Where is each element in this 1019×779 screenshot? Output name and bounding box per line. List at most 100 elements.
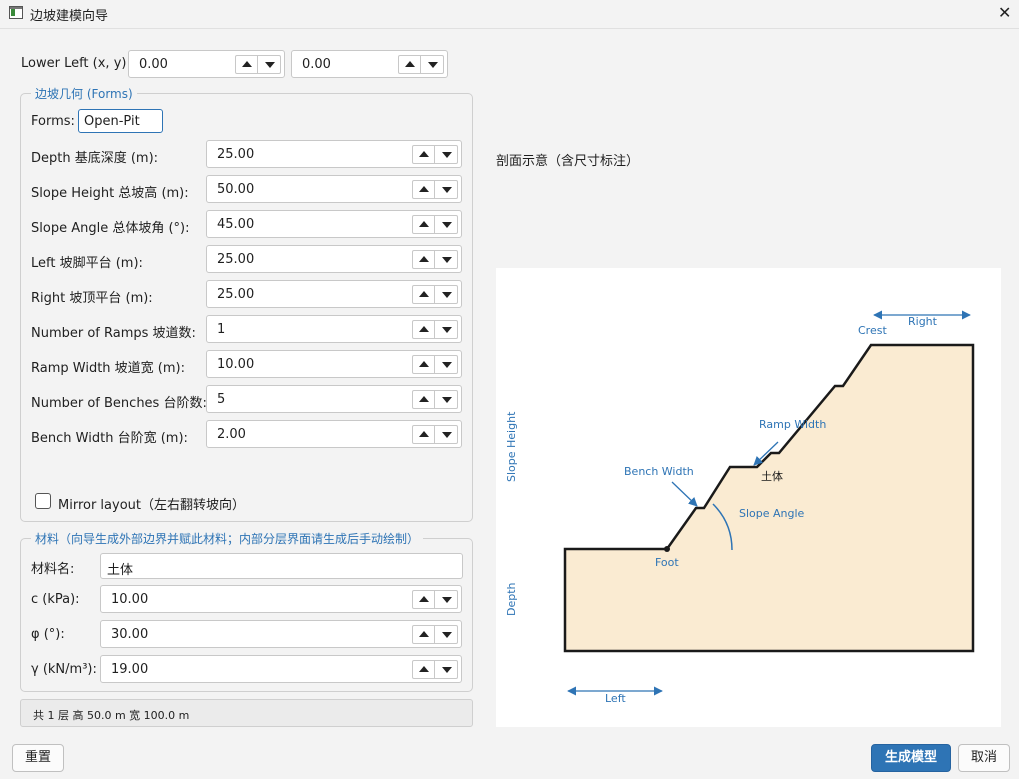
geometry-field-value: 2.00 <box>217 427 246 442</box>
reset-button[interactable]: 重置 <box>12 744 64 772</box>
geometry-field-label: Slope Height 总坡高 (m): <box>31 186 189 201</box>
crest-label: Crest <box>858 324 887 337</box>
decrement-button[interactable] <box>436 286 458 303</box>
decrement-button[interactable] <box>436 591 458 608</box>
geometry-field-label: Left 坡脚平台 (m): <box>31 256 143 271</box>
geometry-field-spinbox[interactable]: 10.00 <box>206 350 462 378</box>
mirror-layout-label: Mirror layout（左右翻转坡向） <box>58 498 245 513</box>
geometry-field-value: 1 <box>217 322 226 337</box>
material-group-title: 材料（向导生成外部边界并赋此材料；内部分层界面请生成后手动绘制） <box>31 530 424 547</box>
decrement-button[interactable] <box>436 251 458 268</box>
geometry-field-value: 10.00 <box>217 357 255 372</box>
increment-button[interactable] <box>413 251 435 268</box>
divider <box>0 28 1019 29</box>
depth-label: Depth <box>505 582 518 616</box>
geometry-field-value: 25.00 <box>217 147 255 162</box>
material-field-value: 19.00 <box>111 662 149 677</box>
increment-button[interactable] <box>413 356 435 373</box>
close-icon[interactable]: ✕ <box>998 3 1011 22</box>
geometry-field-label: Ramp Width 坡道宽 (m): <box>31 361 185 376</box>
material-field-label: γ (kN/m³): <box>31 662 97 677</box>
increment-button[interactable] <box>413 286 435 303</box>
decrement-button[interactable] <box>436 426 458 443</box>
increment-button[interactable] <box>413 426 435 443</box>
geometry-field-spinbox[interactable]: 1 <box>206 315 462 343</box>
material-field-spinbox[interactable]: 19.00 <box>100 655 462 683</box>
decrement-button[interactable] <box>259 56 281 73</box>
geometry-field-spinbox[interactable]: 25.00 <box>206 280 462 308</box>
lower-left-y-spinbox[interactable]: 0.00 <box>291 50 448 78</box>
increment-button[interactable] <box>236 56 258 73</box>
material-field-spinbox[interactable]: 30.00 <box>100 620 462 648</box>
slope-diagram-svg: Right Crest Ramp Width 土体 Bench Width Sl… <box>505 310 975 705</box>
geometry-field-value: 5 <box>217 392 226 407</box>
geometry-field-spinbox[interactable]: 5 <box>206 385 462 413</box>
geometry-field-label: Depth 基底深度 (m): <box>31 151 159 166</box>
slope-diagram: Right Crest Ramp Width 土体 Bench Width Sl… <box>496 268 1001 727</box>
geometry-group-title: 边坡几何 (Forms) <box>31 85 137 102</box>
foot-marker <box>664 546 670 552</box>
geometry-field-label: Right 坡顶平台 (m): <box>31 291 153 306</box>
increment-button[interactable] <box>413 626 435 643</box>
geometry-field-label: Slope Angle 总体坡角 (°): <box>31 221 190 236</box>
geometry-field-spinbox[interactable]: 50.00 <box>206 175 462 203</box>
geometry-field-value: 50.00 <box>217 182 255 197</box>
slope-angle-label: Slope Angle <box>739 507 805 520</box>
material-name-label: 材料名: <box>31 562 75 577</box>
material-field-value: 10.00 <box>111 592 149 607</box>
geometry-field-spinbox[interactable]: 25.00 <box>206 245 462 273</box>
cancel-button[interactable]: 取消 <box>958 744 1010 772</box>
increment-button[interactable] <box>413 216 435 233</box>
geometry-field-label: Bench Width 台阶宽 (m): <box>31 431 188 446</box>
increment-button[interactable] <box>413 181 435 198</box>
material-label: 土体 <box>761 469 783 483</box>
bench-width-arrow <box>671 481 698 507</box>
decrement-button[interactable] <box>436 356 458 373</box>
preview-title: 剖面示意（含尺寸标注） <box>496 154 640 169</box>
increment-button[interactable] <box>413 391 435 408</box>
decrement-button[interactable] <box>436 661 458 678</box>
lower-left-label: Lower Left (x, y): <box>21 56 131 71</box>
right-label: Right <box>908 315 938 328</box>
slope-profile <box>563 343 975 653</box>
status-bar: 共 1 层 高 50.0 m 宽 100.0 m <box>20 699 473 727</box>
lower-left-x-spinbox[interactable]: 0.00 <box>128 50 285 78</box>
foot-label: Foot <box>655 556 679 569</box>
material-field-value: 30.00 <box>111 627 149 642</box>
decrement-button[interactable] <box>422 56 444 73</box>
increment-button[interactable] <box>413 591 435 608</box>
geometry-field-value: 45.00 <box>217 217 255 232</box>
mirror-layout-checkbox[interactable] <box>35 493 51 509</box>
lower-left-x-value: 0.00 <box>139 57 168 72</box>
forms-field[interactable]: Open-Pit <box>78 109 163 133</box>
decrement-button[interactable] <box>436 321 458 338</box>
decrement-button[interactable] <box>436 146 458 163</box>
generate-model-button[interactable]: 生成模型 <box>871 744 951 772</box>
increment-button[interactable] <box>413 146 435 163</box>
geometry-field-value: 25.00 <box>217 252 255 267</box>
ramp-width-label: Ramp Width <box>759 418 826 431</box>
material-field-spinbox[interactable]: 10.00 <box>100 585 462 613</box>
geometry-field-spinbox[interactable]: 2.00 <box>206 420 462 448</box>
forms-label: Forms: <box>31 114 75 129</box>
bench-width-label: Bench Width <box>624 465 694 478</box>
geometry-field-label: Number of Ramps 坡道数: <box>31 326 196 341</box>
window-title: 边坡建模向导 <box>30 9 109 24</box>
increment-button[interactable] <box>399 56 421 73</box>
decrement-button[interactable] <box>436 216 458 233</box>
increment-button[interactable] <box>413 661 435 678</box>
geometry-field-label: Number of Benches 台阶数: <box>31 396 207 411</box>
left-label: Left <box>605 692 626 705</box>
decrement-button[interactable] <box>436 181 458 198</box>
geometry-field-spinbox[interactable]: 25.00 <box>206 140 462 168</box>
material-name-input[interactable]: 土体 <box>100 553 463 579</box>
app-icon <box>9 6 23 19</box>
geometry-field-value: 25.00 <box>217 287 255 302</box>
material-field-label: c (kPa): <box>31 592 80 607</box>
decrement-button[interactable] <box>436 391 458 408</box>
decrement-button[interactable] <box>436 626 458 643</box>
title-bar: 边坡建模向导 ✕ <box>0 0 1019 28</box>
slope-height-label: Slope Height <box>505 411 518 482</box>
geometry-field-spinbox[interactable]: 45.00 <box>206 210 462 238</box>
increment-button[interactable] <box>413 321 435 338</box>
